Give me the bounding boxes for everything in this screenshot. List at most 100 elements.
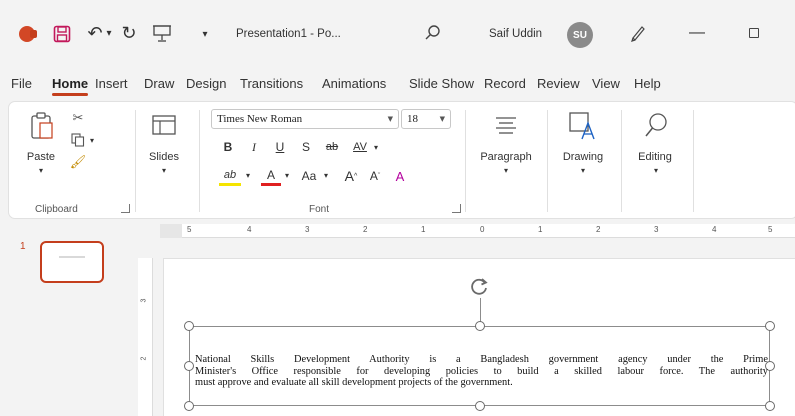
ruler-tick: 3 <box>305 225 310 234</box>
ruler-tick: 2 <box>363 225 368 234</box>
slides-dropdown-icon[interactable]: ▾ <box>158 164 170 176</box>
group-divider <box>465 110 466 212</box>
slides-label[interactable]: Slides <box>143 150 185 164</box>
ruler-tick: 3 <box>654 225 659 234</box>
paragraph-dropdown-icon[interactable]: ▾ <box>500 164 512 176</box>
document-title: Presentation1 - Po... <box>236 28 341 40</box>
ruler-tick: 3 <box>140 298 148 303</box>
drawing-dropdown-icon[interactable]: ▾ <box>577 164 589 176</box>
tab-slide-show[interactable]: Slide Show <box>409 76 474 91</box>
font-size-value: 18 <box>407 113 418 125</box>
tab-home[interactable]: Home <box>52 76 89 96</box>
paste-label[interactable]: Paste <box>19 150 63 164</box>
tab-draw[interactable]: Draw <box>144 76 174 91</box>
font-size-select[interactable]: 18 ▼ <box>401 109 451 129</box>
clear-formatting-button[interactable]: A <box>389 166 411 186</box>
font-color-dropdown-icon[interactable]: ▾ <box>282 168 292 182</box>
resize-handle[interactable] <box>765 401 775 411</box>
paragraph-icon[interactable] <box>491 112 521 140</box>
slides-icon[interactable] <box>149 110 179 140</box>
font-launcher-icon[interactable] <box>452 204 461 213</box>
bold-button[interactable]: B <box>219 138 237 156</box>
slide-number: 1 <box>20 241 26 252</box>
save-icon[interactable] <box>52 24 72 44</box>
customize-toolbar-icon[interactable]: ▾ <box>198 27 212 41</box>
thumbnail-text-line <box>59 256 85 258</box>
highlight-dropdown-icon[interactable]: ▾ <box>243 168 253 182</box>
tab-animations[interactable]: Animations <box>322 76 386 91</box>
paste-dropdown-icon[interactable]: ▾ <box>35 164 47 176</box>
group-divider <box>693 110 694 212</box>
slide-body-text[interactable]: National Skills Development Authority is… <box>195 354 768 389</box>
tab-transitions[interactable]: Transitions <box>240 76 303 91</box>
redo-icon[interactable]: ↻ <box>118 22 140 44</box>
undo-icon[interactable]: ↶ <box>84 22 106 44</box>
group-divider <box>135 110 136 212</box>
ribbon-tabs: File Home Insert Draw Design Transitions… <box>0 72 795 100</box>
grow-font-button[interactable]: A ^ <box>341 166 361 186</box>
shadow-button[interactable]: S <box>297 138 315 156</box>
undo-dropdown-icon[interactable]: ▾ <box>104 25 114 41</box>
font-name-select[interactable]: Times New Roman ▼ <box>211 109 399 129</box>
italic-button[interactable]: I <box>245 138 263 156</box>
change-case-button[interactable]: Aa <box>297 166 321 186</box>
avatar[interactable]: SU <box>567 22 593 48</box>
drawing-icon[interactable] <box>567 110 597 142</box>
underline-button[interactable]: U <box>271 138 289 156</box>
resize-handle[interactable] <box>184 321 194 331</box>
editing-search-icon[interactable] <box>641 110 671 142</box>
format-painter-icon[interactable]: 🖌 <box>69 154 87 170</box>
font-color-button[interactable]: A <box>261 166 281 186</box>
clipboard-group-label: Clipboard <box>35 204 78 215</box>
ruler-tick: 4 <box>712 225 717 234</box>
clipboard-launcher-icon[interactable] <box>121 204 130 213</box>
shrink-font-button[interactable]: Aˇ <box>365 166 385 186</box>
paste-icon[interactable] <box>27 110 57 142</box>
ruler-margin <box>160 224 182 238</box>
resize-handle[interactable] <box>475 401 485 411</box>
presentation-icon[interactable] <box>150 22 174 44</box>
group-divider <box>199 110 200 212</box>
ribbon: Paste ▾ ✂ ▾ 🖌 Clipboard Slides ▾ Times N… <box>8 101 795 219</box>
copy-dropdown-icon[interactable]: ▾ <box>87 134 97 146</box>
change-case-dropdown-icon[interactable]: ▾ <box>321 168 331 182</box>
tab-review[interactable]: Review <box>537 76 580 91</box>
slide-thumbnail[interactable] <box>40 241 104 283</box>
editing-label[interactable]: Editing <box>629 150 681 164</box>
resize-handle[interactable] <box>184 401 194 411</box>
tab-view[interactable]: View <box>592 76 620 91</box>
font-group-label: Font <box>309 204 330 215</box>
minimize-icon[interactable]: — <box>686 22 708 44</box>
group-divider <box>547 110 548 212</box>
group-divider <box>621 110 622 212</box>
paragraph-label[interactable]: Paragraph <box>473 150 539 164</box>
powerpoint-logo-icon <box>17 24 37 44</box>
tab-help[interactable]: Help <box>634 76 661 91</box>
resize-handle[interactable] <box>765 321 775 331</box>
cut-icon[interactable]: ✂ <box>69 110 87 126</box>
character-spacing-button[interactable]: AV <box>349 138 371 156</box>
chevron-down-icon: ▼ <box>387 115 393 123</box>
copy-icon[interactable] <box>69 132 87 148</box>
tab-file[interactable]: File <box>11 76 32 91</box>
maximize-icon[interactable] <box>745 24 763 42</box>
text-line: must approve and evaluate all skill deve… <box>195 377 513 388</box>
resize-handle[interactable] <box>475 321 485 331</box>
tab-design[interactable]: Design <box>186 76 226 91</box>
spacing-dropdown-icon[interactable]: ▾ <box>371 140 381 154</box>
drawing-label[interactable]: Drawing <box>555 150 611 164</box>
resize-handle[interactable] <box>184 361 194 371</box>
tab-record[interactable]: Record <box>484 76 526 91</box>
highlight-button[interactable]: ab <box>219 166 241 186</box>
rotate-handle-icon[interactable] <box>467 274 491 298</box>
chevron-down-icon: ▼ <box>439 115 445 123</box>
strikethrough-button[interactable]: ab <box>321 138 343 156</box>
shrink-font-label: A <box>369 169 378 183</box>
ruler-tick: 5 <box>187 225 192 234</box>
user-name[interactable]: Saif Uddin <box>489 25 542 43</box>
search-icon[interactable] <box>422 22 444 44</box>
tab-insert[interactable]: Insert <box>95 76 128 91</box>
ruler-tick: 1 <box>538 225 543 234</box>
pen-icon[interactable] <box>627 22 649 44</box>
editing-dropdown-icon[interactable]: ▾ <box>650 164 662 176</box>
